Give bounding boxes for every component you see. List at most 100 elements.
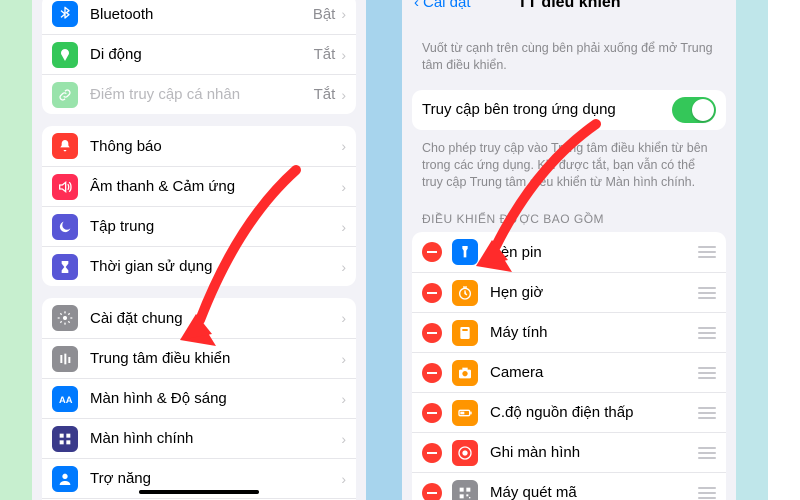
general-row[interactable]: AA Màn hình & Độ sáng› xyxy=(42,378,356,418)
included-row[interactable]: Máy quét mã xyxy=(412,472,726,500)
chevron-right-icon: › xyxy=(341,219,346,235)
person-icon xyxy=(52,466,78,492)
home-indicator xyxy=(139,490,259,494)
drag-handle-icon[interactable] xyxy=(698,287,716,299)
calc-icon xyxy=(452,320,478,346)
row-label: Trợ năng xyxy=(90,470,341,487)
section-header-included: ĐIỀU KHIỂN ĐƯỢC BAO GỒM xyxy=(402,194,736,230)
row-label: Thời gian sử dụng xyxy=(90,258,341,275)
row-label: Cài đặt chung xyxy=(90,310,341,327)
hint-text: Vuốt từ cạnh trên cùng bên phải xuống để… xyxy=(402,10,736,78)
row-label: Thông báo xyxy=(90,138,341,155)
chevron-right-icon: › xyxy=(341,87,346,103)
remove-icon[interactable] xyxy=(422,443,442,463)
row-label: Màn hình chính xyxy=(90,430,341,447)
remove-icon[interactable] xyxy=(422,323,442,343)
chevron-right-icon: › xyxy=(341,138,346,154)
camera-icon xyxy=(452,360,478,386)
drag-handle-icon[interactable] xyxy=(698,447,716,459)
gear-icon xyxy=(52,305,78,331)
row-label: Máy quét mã xyxy=(490,484,690,500)
row-label: Âm thanh & Cảm ứng xyxy=(90,178,341,195)
moon-icon xyxy=(52,214,78,240)
decorative-strip-mid xyxy=(366,0,402,500)
general-row[interactable]: Trung tâm điều khiển› xyxy=(42,338,356,378)
chevron-right-icon: › xyxy=(341,471,346,487)
timer-icon xyxy=(452,280,478,306)
row-label: C.độ nguồn điện thấp xyxy=(490,404,690,421)
chevron-right-icon: › xyxy=(341,47,346,63)
row-value: Bật xyxy=(313,6,336,23)
notifications-row[interactable]: Âm thanh & Cảm ứng› xyxy=(42,166,356,206)
chevron-right-icon: › xyxy=(341,391,346,407)
row-label: Tập trung xyxy=(90,218,341,235)
row-label: Đèn pin xyxy=(490,244,690,261)
chevron-right-icon: › xyxy=(341,179,346,195)
chevron-right-icon: › xyxy=(341,6,346,22)
general-row[interactable]: Cài đặt chung› xyxy=(42,298,356,338)
drag-handle-icon[interactable] xyxy=(698,367,716,379)
drag-handle-icon[interactable] xyxy=(698,407,716,419)
chevron-right-icon: › xyxy=(341,351,346,367)
hourglass-icon xyxy=(52,254,78,280)
control-centre-screen: ‹ Cài đặt TT điều khiển Vuốt từ cạnh trê… xyxy=(402,0,736,500)
notifications-row[interactable]: Thông báo› xyxy=(42,126,356,166)
included-row[interactable]: Hẹn giờ xyxy=(412,272,726,312)
bluetooth-icon xyxy=(52,1,78,27)
connectivity-row[interactable]: BluetoothBật › xyxy=(42,0,356,34)
included-row[interactable]: Camera xyxy=(412,352,726,392)
row-label: Điểm truy cập cá nhân xyxy=(90,86,314,103)
bell-icon xyxy=(52,133,78,159)
decorative-strip-left xyxy=(0,0,32,500)
battery-icon xyxy=(452,400,478,426)
svg-text:AA: AA xyxy=(59,395,73,405)
chevron-right-icon: › xyxy=(341,259,346,275)
included-row[interactable]: Đèn pin xyxy=(412,232,726,272)
aa-icon: AA xyxy=(52,386,78,412)
connectivity-row[interactable]: Di độngTắt › xyxy=(42,34,356,74)
notifications-row[interactable]: Thời gian sử dụng› xyxy=(42,246,356,286)
row-label: Ghi màn hình xyxy=(490,444,690,461)
row-label: Hẹn giờ xyxy=(490,284,690,301)
record-icon xyxy=(452,440,478,466)
settings-screen: BluetoothBật›Di độngTắt›Điểm truy cập cá… xyxy=(32,0,366,500)
chevron-right-icon: › xyxy=(341,310,346,326)
included-row[interactable]: C.độ nguồn điện thấp xyxy=(412,392,726,432)
speaker-icon xyxy=(52,174,78,200)
remove-icon[interactable] xyxy=(422,363,442,383)
row-label: Màn hình & Độ sáng xyxy=(90,390,341,407)
grid-icon xyxy=(52,426,78,452)
general-row[interactable]: Màn hình chính› xyxy=(42,418,356,458)
toggle-row-access-within-apps[interactable]: Truy cập bên trong ứng dụng xyxy=(412,90,726,130)
chevron-right-icon: › xyxy=(341,431,346,447)
toggle-label: Truy cập bên trong ứng dụng xyxy=(422,101,672,118)
included-row[interactable]: Máy tính xyxy=(412,312,726,352)
antenna-icon xyxy=(52,42,78,68)
drag-handle-icon[interactable] xyxy=(698,246,716,258)
drag-handle-icon[interactable] xyxy=(698,327,716,339)
drag-handle-icon[interactable] xyxy=(698,487,716,499)
notifications-row[interactable]: Tập trung› xyxy=(42,206,356,246)
row-value: Tắt xyxy=(314,86,336,103)
remove-icon[interactable] xyxy=(422,403,442,423)
remove-icon[interactable] xyxy=(422,242,442,262)
row-label: Bluetooth xyxy=(90,6,313,23)
row-label: Máy tính xyxy=(490,324,690,341)
remove-icon[interactable] xyxy=(422,483,442,500)
flashlight-icon xyxy=(452,239,478,265)
row-label: Camera xyxy=(490,364,690,381)
page-title: TT điều khiển xyxy=(402,0,736,12)
row-label: Trung tâm điều khiển xyxy=(90,350,341,367)
row-value: Tắt xyxy=(314,46,336,63)
row-label: Di động xyxy=(90,46,314,63)
link-icon xyxy=(52,82,78,108)
decorative-strip-right xyxy=(736,0,768,500)
toggle-footnote: Cho phép truy cập vào Trung tâm điều khi… xyxy=(402,130,736,195)
nav-bar: ‹ Cài đặt TT điều khiển xyxy=(402,0,736,10)
qr-icon xyxy=(452,480,478,500)
remove-icon[interactable] xyxy=(422,283,442,303)
sliders-icon xyxy=(52,346,78,372)
included-row[interactable]: Ghi màn hình xyxy=(412,432,726,472)
switch-on-icon[interactable] xyxy=(672,97,716,123)
connectivity-row[interactable]: Điểm truy cập cá nhânTắt › xyxy=(42,74,356,114)
